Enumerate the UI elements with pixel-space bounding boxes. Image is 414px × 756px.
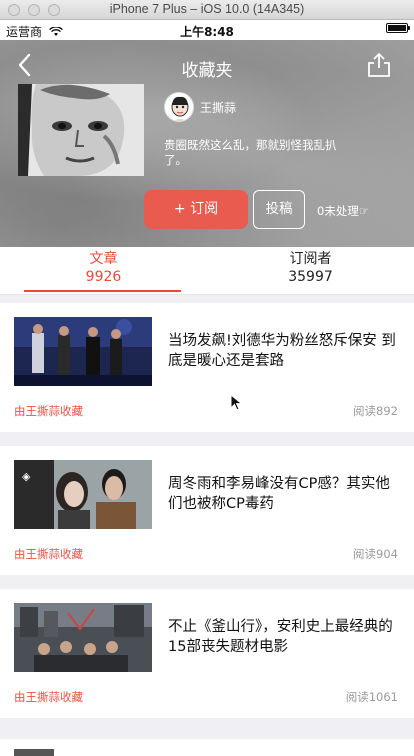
page-title: 收藏夹 [181,61,233,81]
article-thumbnail [14,317,152,386]
article-title: 当场发飙!刘德华为粉丝怒斥保安 到底是暖心还是套路 [168,333,396,369]
active-tab-indicator [24,290,181,292]
contribute-button[interactable]: 投稿 [253,190,305,229]
tab-articles[interactable]: 文章 9926 [0,250,207,286]
content-tabs: 文章 9926 订阅者 35997 [0,247,414,295]
article-thumbnail-partial [14,749,54,756]
article-card[interactable]: ◈ 周冬雨和李易峰没有CP感？其实他们也被称CP毒药 由王撕蒜收藏 阅读904 [0,446,414,575]
article-read-count: 阅读892 [353,404,398,418]
tab-subscribers-label: 订阅者 [289,251,332,267]
collection-header: 收藏夹 王撕蒜 贵圈既然这么乱，那就别怪我乱扒了。 + 订阅 投稿 0未处理☞ [0,40,414,247]
article-card[interactable]: 不止《釜山行》，安利史上最经典的15部丧失题材电影 由王撕蒜收藏 阅读1061 [0,589,414,718]
article-list: 当场发飙!刘德华为粉丝怒斥保安 到底是暖心还是套路 由王撕蒜收藏 阅读892 ◈… [0,303,414,732]
nav-bar: 收藏夹 [0,40,414,90]
article-thumbnail: ◈ [14,460,152,529]
movie-collage-image [14,603,152,672]
status-bar: 运营商 上午8:48 [0,20,414,40]
collection-cover-image [18,84,144,176]
article-read-count: 阅读1061 [345,690,398,704]
article-card[interactable]: 当场发飙!刘德华为粉丝怒斥保安 到底是暖心还是套路 由王撕蒜收藏 阅读892 [0,303,414,432]
tab-articles-count: 9926 [85,269,122,285]
mouse-cursor-icon [230,394,243,411]
article-read-count: 阅读904 [353,547,398,561]
collection-description: 贵圈既然这么乱，那就别怪我乱扒了。 [164,138,337,167]
article-title: 周冬雨和李易峰没有CP感？其实他们也被称CP毒药 [168,476,390,512]
pending-submissions-link[interactable]: 0未处理☞ [317,203,369,219]
status-right [382,23,410,33]
article-card-partial[interactable] [0,739,414,756]
tab-articles-label: 文章 [89,251,118,267]
collection-owner-name[interactable]: 王撕蒜 [200,99,236,116]
article-source: 由王撕蒜收藏 [14,547,83,561]
simulator-title: iPhone 7 Plus – iOS 10.0 (14A345) [109,2,305,16]
article-source: 由王撕蒜收藏 [14,690,83,704]
article-thumbnail [14,603,152,672]
tab-subscribers-count: 35997 [288,269,333,285]
tab-subscribers[interactable]: 订阅者 35997 [207,250,414,286]
svg-text:◈: ◈ [22,470,31,483]
battery-icon [386,23,410,33]
avatar-cartoon-icon [165,93,193,121]
article-source: 由王撕蒜收藏 [14,404,83,418]
status-time: 上午8:48 [180,25,234,39]
drama-poster-image: ◈ [14,460,152,529]
avatar[interactable] [164,92,194,122]
cover-portrait [18,84,144,176]
share-icon[interactable] [366,52,392,78]
simulator-title-bar: iPhone 7 Plus – iOS 10.0 (14A345) [0,0,414,20]
article-title: 不止《釜山行》，安利史上最经典的15部丧失题材电影 [168,619,393,655]
concert-stage-image [14,317,152,386]
subscribe-button[interactable]: + 订阅 [144,190,248,229]
